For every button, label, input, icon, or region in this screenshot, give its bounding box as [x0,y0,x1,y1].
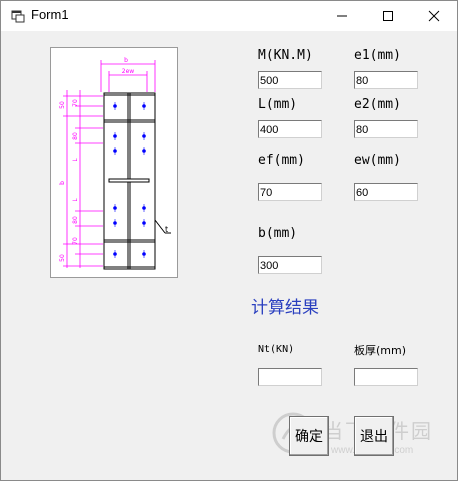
title-bar: Form1 [1,1,457,31]
dimension-labels: b 2ew 50 70 80 L b L 80 70 50 [59,57,134,262]
dim-label-La: L [72,158,79,162]
plates [103,92,171,270]
dim-label-70b: 70 [72,237,79,245]
confirm-button[interactable]: 确定 [289,416,329,456]
label-ew: ew(mm) [354,153,401,168]
dimension-lines [63,60,156,268]
app-icon [11,10,25,23]
label-e2: e2(mm) [354,97,401,112]
dim-label-70a: 70 [72,99,79,107]
minimize-button[interactable] [319,1,365,31]
label-ef: ef(mm) [258,153,305,168]
minimize-icon [337,15,347,17]
dim-label-b-top: b [124,57,128,64]
ew-input[interactable] [354,183,418,201]
dim-label-80b: 80 [72,216,79,224]
window-title: Form1 [31,7,69,22]
exit-button[interactable]: 退出 [354,416,394,456]
flange-plate-drawing: b 2ew 50 70 80 L b L 80 70 50 t [59,57,171,270]
dim-label-50a: 50 [59,101,66,109]
label-nt: Nt(KN) [258,344,295,355]
close-icon [428,10,440,22]
dim-label-50b: 50 [59,254,66,262]
dim-label-Lb: L [72,198,79,202]
results-heading: 计算结果 [251,298,319,318]
plate-thickness-label: t [165,225,168,234]
thickness-output[interactable] [354,368,418,386]
label-moment: M(KN.M) [258,48,313,63]
dim-label-outer-b: b [59,181,66,185]
b-input[interactable] [258,256,322,274]
close-button[interactable] [411,1,457,31]
label-length: L(mm) [258,97,298,112]
ef-input[interactable] [258,183,322,201]
moment-input[interactable] [258,71,322,89]
nt-output[interactable] [258,368,322,386]
e1-input[interactable] [354,71,418,89]
length-input[interactable] [258,120,322,138]
form-window: Form1 b 2ew 50 70 80 L b L 80 70 50 t M(… [0,0,458,481]
maximize-button[interactable] [365,1,411,31]
connection-diagram: b 2ew 50 70 80 L b L 80 70 50 t [50,47,178,278]
dim-label-80a: 80 [72,132,79,140]
maximize-icon [383,11,393,21]
label-b: b(mm) [258,226,298,241]
label-e1: e1(mm) [354,48,401,63]
e2-input[interactable] [354,120,418,138]
label-thickness: 板厚(mm) [354,344,407,357]
dim-label-2ew: 2ew [122,68,135,75]
